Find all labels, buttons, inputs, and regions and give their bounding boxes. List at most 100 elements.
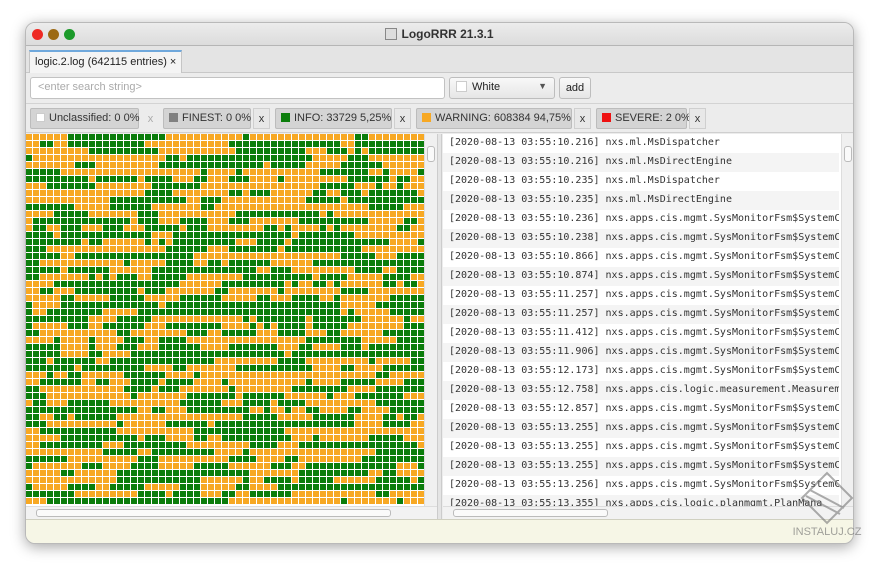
log-entry-cell[interactable] <box>75 148 81 154</box>
log-entry-cell[interactable] <box>285 449 291 455</box>
log-entry-cell[interactable] <box>103 330 109 336</box>
log-entry-cell[interactable] <box>229 274 235 280</box>
log-entry-cell[interactable] <box>243 442 249 448</box>
log-entry-cell[interactable] <box>362 211 368 217</box>
log-entry-cell[interactable] <box>271 484 277 490</box>
log-entry-cell[interactable] <box>362 477 368 483</box>
log-entry-cell[interactable] <box>110 274 116 280</box>
log-entry-cell[interactable] <box>152 211 158 217</box>
log-entry-cell[interactable] <box>383 386 389 392</box>
log-entry-cell[interactable] <box>110 477 116 483</box>
log-entry-cell[interactable] <box>376 267 382 273</box>
log-entry-cell[interactable] <box>369 365 375 371</box>
log-entry-cell[interactable] <box>194 176 200 182</box>
log-entry-cell[interactable] <box>215 225 221 231</box>
log-entry-cell[interactable] <box>96 323 102 329</box>
log-entry-cell[interactable] <box>292 302 298 308</box>
log-entry-cell[interactable] <box>229 211 235 217</box>
log-entry-cell[interactable] <box>229 351 235 357</box>
log-entry-cell[interactable] <box>292 456 298 462</box>
log-entry-cell[interactable] <box>215 155 221 161</box>
log-entry-cell[interactable] <box>355 463 361 469</box>
log-entry-cell[interactable] <box>61 295 67 301</box>
log-entry-cell[interactable] <box>201 491 207 497</box>
log-entry-cell[interactable] <box>341 442 347 448</box>
log-entry-cell[interactable] <box>313 232 319 238</box>
log-entry-cell[interactable] <box>404 218 410 224</box>
log-entry-cell[interactable] <box>313 477 319 483</box>
log-entry-cell[interactable] <box>292 491 298 497</box>
log-entry-cell[interactable] <box>173 414 179 420</box>
log-entry-cell[interactable] <box>355 253 361 259</box>
log-entry-cell[interactable] <box>54 288 60 294</box>
log-entry-cell[interactable] <box>33 449 39 455</box>
log-entry-cell[interactable] <box>194 323 200 329</box>
log-entry-cell[interactable] <box>75 351 81 357</box>
log-entry-cell[interactable] <box>96 491 102 497</box>
log-entry-cell[interactable] <box>215 176 221 182</box>
log-entry-cell[interactable] <box>355 407 361 413</box>
log-entry-cell[interactable] <box>82 414 88 420</box>
log-entry-cell[interactable] <box>187 344 193 350</box>
log-entry-cell[interactable] <box>208 232 214 238</box>
log-entry-cell[interactable] <box>26 449 32 455</box>
log-entry-cell[interactable] <box>110 169 116 175</box>
log-entry-cell[interactable] <box>131 470 137 476</box>
log-entry-cell[interactable] <box>411 379 417 385</box>
log-entry-cell[interactable] <box>369 463 375 469</box>
log-entry-cell[interactable] <box>348 309 354 315</box>
log-entry-cell[interactable] <box>341 337 347 343</box>
log-entry-cell[interactable] <box>292 274 298 280</box>
log-entry-cell[interactable] <box>159 295 165 301</box>
log-entry-cell[interactable] <box>208 435 214 441</box>
log-entry-cell[interactable] <box>68 400 74 406</box>
log-entry-cell[interactable] <box>404 134 410 140</box>
log-entry-cell[interactable] <box>124 379 130 385</box>
log-entry-cell[interactable] <box>376 281 382 287</box>
log-entry-cell[interactable] <box>313 323 319 329</box>
log-entry-cell[interactable] <box>362 302 368 308</box>
log-entry-cell[interactable] <box>292 407 298 413</box>
log-entry-cell[interactable] <box>320 204 326 210</box>
log-entry-cell[interactable] <box>285 176 291 182</box>
log-entry-cell[interactable] <box>180 162 186 168</box>
log-entry-cell[interactable] <box>75 337 81 343</box>
log-entry-cell[interactable] <box>61 491 67 497</box>
log-entry-cell[interactable] <box>33 204 39 210</box>
log-entry-cell[interactable] <box>271 344 277 350</box>
log-entry-cell[interactable] <box>110 421 116 427</box>
log-entry-cell[interactable] <box>187 470 193 476</box>
log-entry-cell[interactable] <box>26 407 32 413</box>
log-entry-cell[interactable] <box>299 421 305 427</box>
log-entry-cell[interactable] <box>292 463 298 469</box>
log-entry-cell[interactable] <box>362 484 368 490</box>
log-entry-cell[interactable] <box>152 274 158 280</box>
log-entry-cell[interactable] <box>145 337 151 343</box>
log-entry-cell[interactable] <box>264 260 270 266</box>
log-entry-cell[interactable] <box>180 225 186 231</box>
log-entry-cell[interactable] <box>201 162 207 168</box>
log-entry-cell[interactable] <box>187 316 193 322</box>
log-entry-cell[interactable] <box>250 309 256 315</box>
log-entry-cell[interactable] <box>131 365 137 371</box>
log-entry-cell[interactable] <box>264 211 270 217</box>
log-entry-cell[interactable] <box>278 225 284 231</box>
log-entry-cell[interactable] <box>222 470 228 476</box>
log-entry-cell[interactable] <box>243 253 249 259</box>
log-entry-cell[interactable] <box>369 253 375 259</box>
log-entry-cell[interactable] <box>285 344 291 350</box>
log-entry-cell[interactable] <box>75 176 81 182</box>
log-entry-cell[interactable] <box>152 183 158 189</box>
log-entry-cell[interactable] <box>299 456 305 462</box>
log-entry-cell[interactable] <box>243 218 249 224</box>
log-entry-cell[interactable] <box>299 393 305 399</box>
log-entry-cell[interactable] <box>131 442 137 448</box>
log-entry-cell[interactable] <box>334 498 340 504</box>
log-entry-cell[interactable] <box>341 463 347 469</box>
log-entry-cell[interactable] <box>75 288 81 294</box>
log-entry-cell[interactable] <box>320 351 326 357</box>
log-entry-cell[interactable] <box>271 141 277 147</box>
log-entry-cell[interactable] <box>313 491 319 497</box>
log-entry-cell[interactable] <box>327 134 333 140</box>
log-entry-cell[interactable] <box>264 302 270 308</box>
